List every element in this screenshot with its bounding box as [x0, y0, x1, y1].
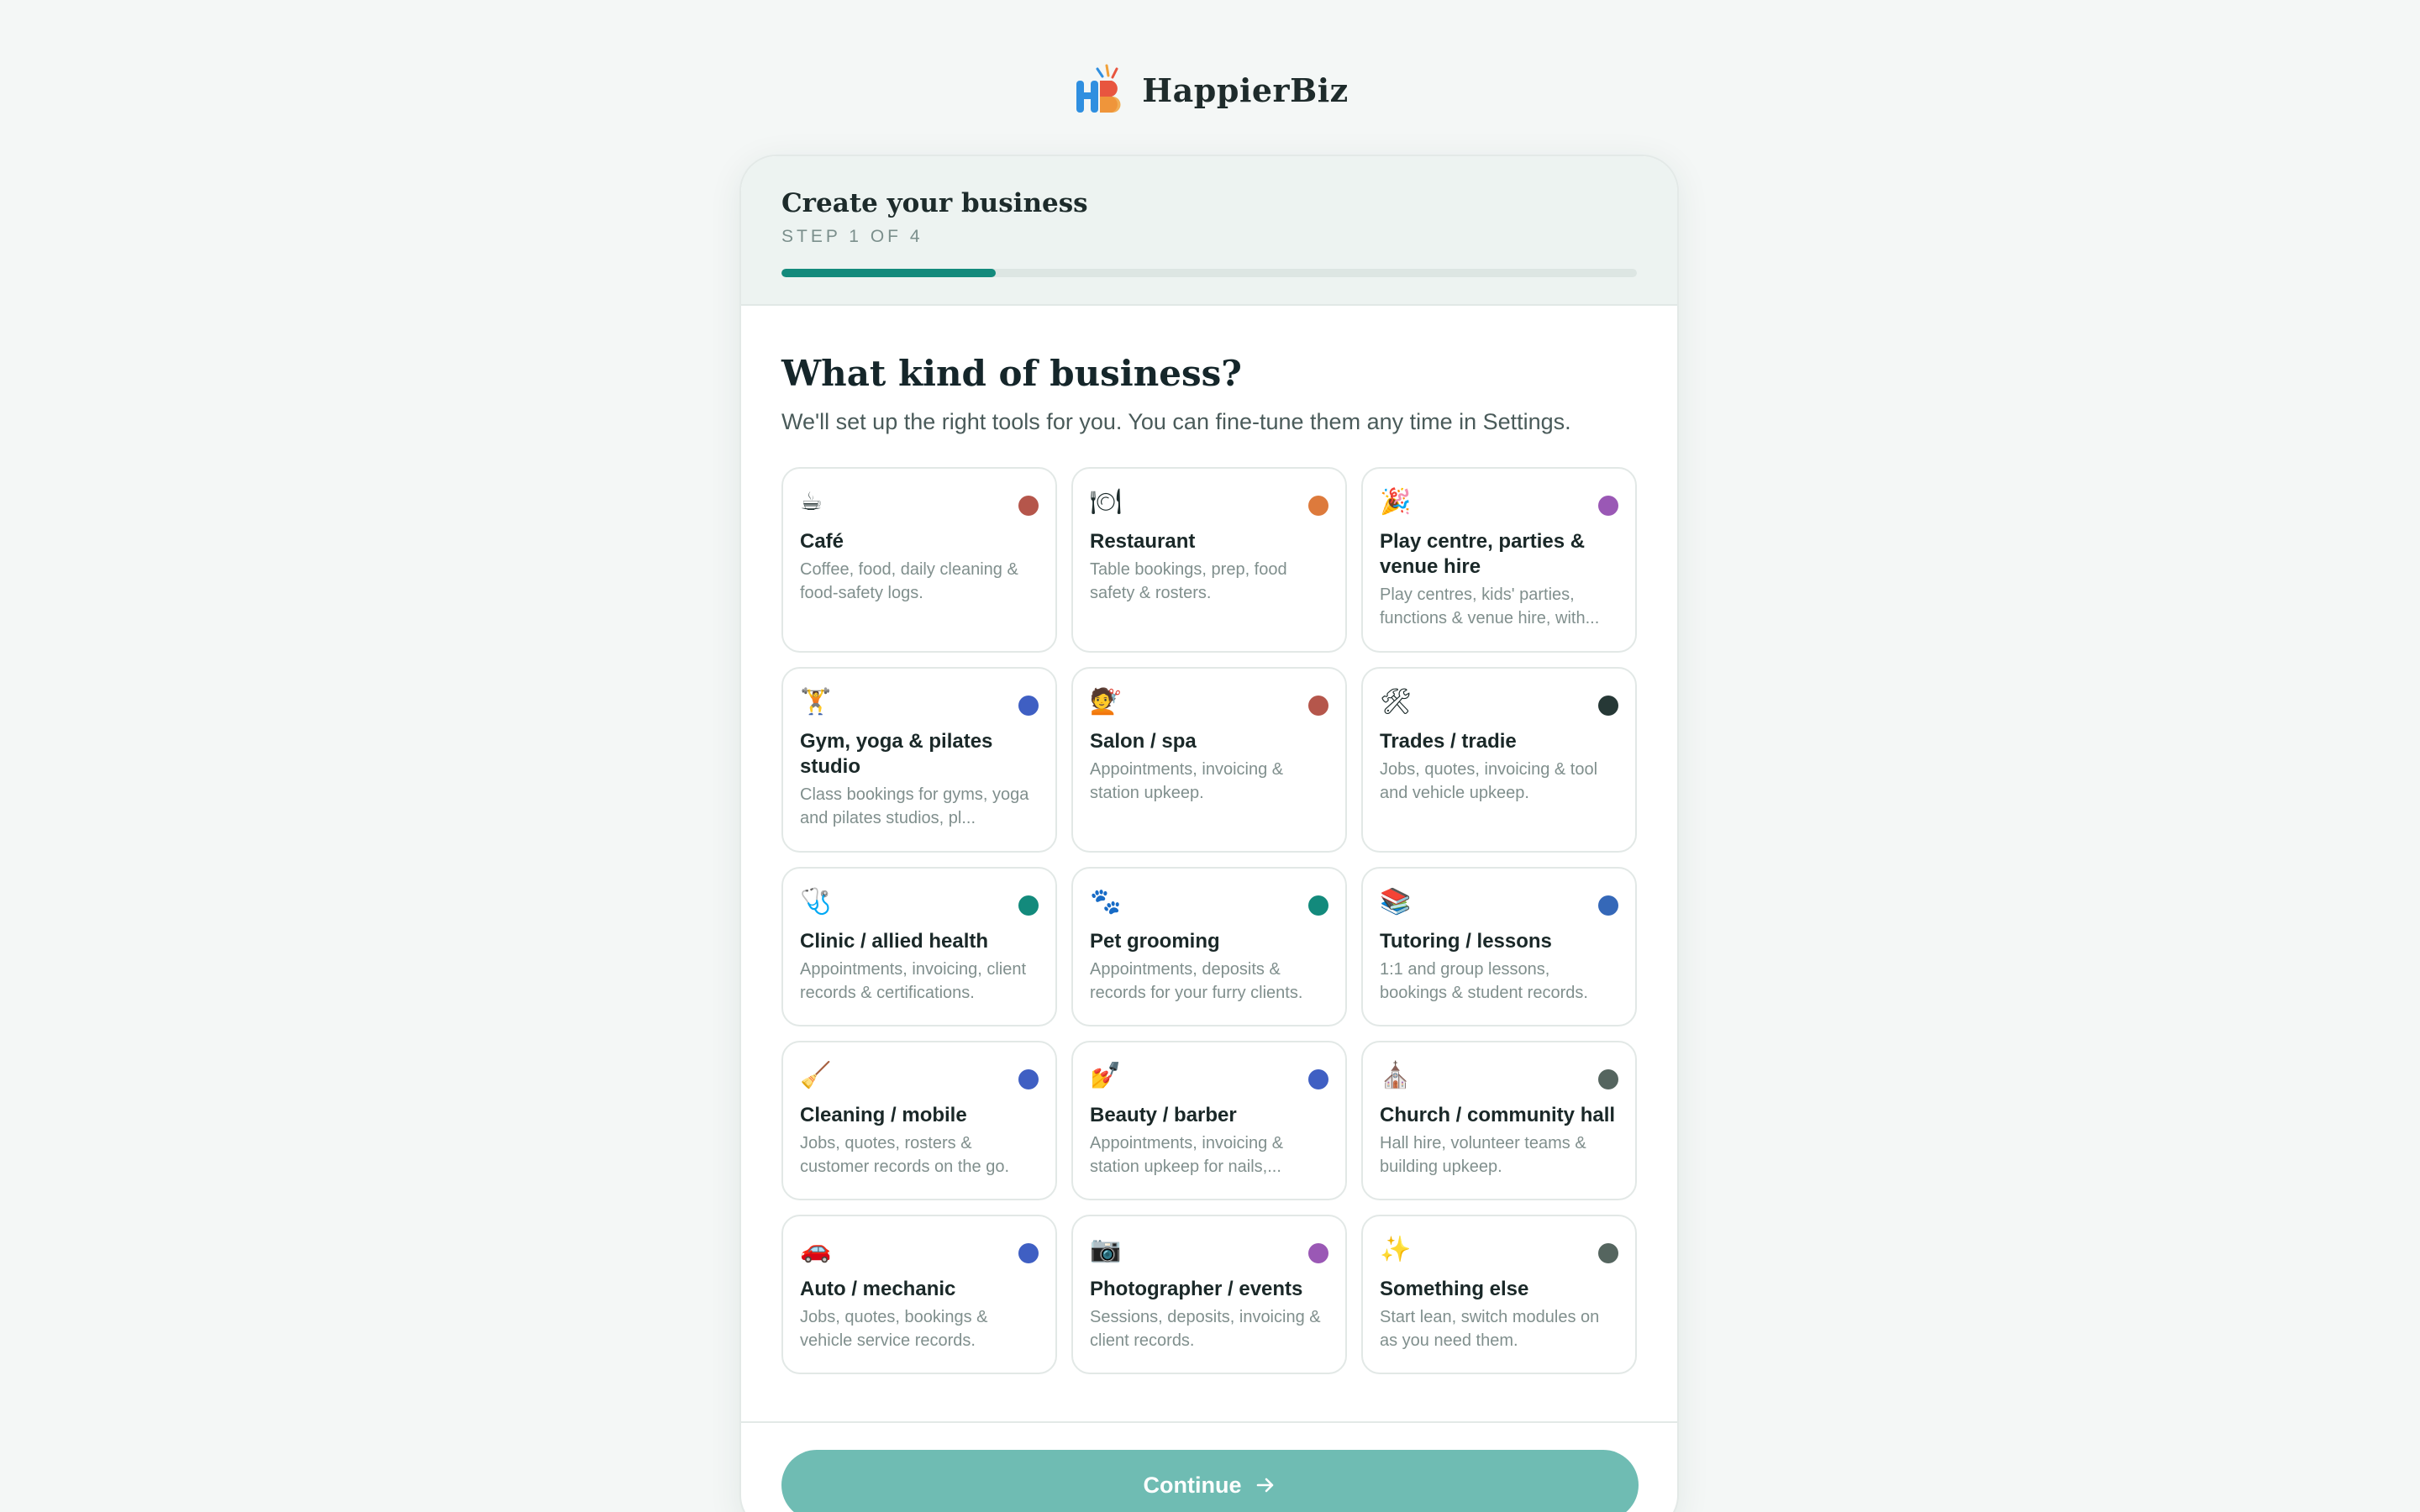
- option-color-dot: [1598, 496, 1618, 516]
- continue-button[interactable]: Continue: [781, 1450, 1639, 1512]
- progress-bar: [781, 269, 1637, 277]
- option-color-dot: [1598, 895, 1618, 916]
- business-option[interactable]: 🚗 Auto / mechanic Jobs, quotes, bookings &…: [781, 1215, 1057, 1374]
- option-color-dot: [1308, 895, 1328, 916]
- paw-prints-icon: 🐾: [1090, 887, 1122, 916]
- business-option[interactable]: 💇 Salon / spa Appointments, invoicing & st…: [1071, 667, 1347, 853]
- coffee-icon: ☕: [800, 487, 823, 517]
- option-color-dot: [1018, 696, 1039, 716]
- option-title: Tutoring / lessons: [1380, 930, 1552, 953]
- option-color-dot: [1308, 496, 1328, 516]
- hairdresser-icon: 💇: [1090, 687, 1122, 717]
- stethoscope-icon: 🩺: [800, 887, 832, 916]
- business-option[interactable]: 🛠 Trades / tradie Jobs, quotes, invoicing …: [1361, 667, 1637, 853]
- option-description: Jobs, quotes, bookings & vehicle service…: [800, 1308, 988, 1350]
- option-description: 1:1 and group lessons, bookings & studen…: [1380, 960, 1588, 1002]
- option-description: Jobs, quotes, invoicing & tool and vehic…: [1380, 760, 1598, 802]
- tools-icon: 🛠: [1380, 687, 1413, 717]
- car-icon: 🚗: [800, 1235, 832, 1264]
- option-description: Appointments, invoicing & station upkeep…: [1090, 760, 1284, 802]
- option-title: Auto / mechanic: [800, 1278, 956, 1300]
- option-description: Appointments, deposits & records for you…: [1090, 960, 1303, 1002]
- option-description: Class bookings for gyms, yoga and pilate…: [800, 785, 1029, 827]
- option-description: Sessions, deposits, invoicing & client r…: [1090, 1308, 1321, 1350]
- option-title: Church / community hall: [1380, 1104, 1616, 1126]
- business-option[interactable]: 🧹 Cleaning / mobile Jobs, quotes, rosters …: [781, 1041, 1057, 1200]
- option-color-dot: [1018, 895, 1039, 916]
- option-color-dot: [1308, 1243, 1328, 1263]
- option-color-dot: [1598, 696, 1618, 716]
- option-color-dot: [1308, 1069, 1328, 1089]
- books-icon: 📚: [1380, 887, 1412, 916]
- option-color-dot: [1018, 1243, 1039, 1263]
- nail-polish-icon: 💅: [1090, 1061, 1122, 1090]
- business-option[interactable]: 📷 Photographer / events Sessions, deposits…: [1071, 1215, 1347, 1374]
- plate-cutlery-icon: 🍽: [1090, 487, 1123, 517]
- sparkles-icon: ✨: [1380, 1235, 1412, 1264]
- camera-icon: 📷: [1090, 1235, 1122, 1264]
- option-color-dot: [1018, 496, 1039, 516]
- option-description: Jobs, quotes, rosters & customer records…: [800, 1134, 1010, 1176]
- option-title: Cleaning / mobile: [800, 1104, 967, 1126]
- business-option[interactable]: 💅 Beauty / barber Appointments, invoicing …: [1071, 1041, 1347, 1200]
- weightlifter-icon: 🏋: [800, 687, 832, 717]
- business-option[interactable]: 🩺 Clinic / allied health Appointments, inv…: [781, 867, 1057, 1026]
- onboarding-card: Create your business STEP 1 OF 4 What ki…: [739, 155, 1679, 1512]
- option-color-dot: [1598, 1069, 1618, 1089]
- option-title: Clinic / allied health: [800, 930, 989, 953]
- business-option[interactable]: 🍽 Restaurant Table bookings, prep, food sa…: [1071, 467, 1347, 653]
- business-option[interactable]: 🐾 Pet grooming Appointments, deposits & re…: [1071, 867, 1347, 1026]
- option-title: Beauty / barber: [1090, 1104, 1237, 1126]
- business-option[interactable]: 🏋 Gym, yoga & pilates studio Class booking…: [781, 667, 1057, 853]
- footer-divider: [741, 1421, 1677, 1423]
- option-color-dot: [1598, 1243, 1618, 1263]
- broom-icon: 🧹: [800, 1061, 832, 1090]
- option-title: Something else: [1380, 1278, 1529, 1300]
- option-title: Gym, yoga & pilates studio: [800, 730, 993, 778]
- option-title: Restaurant: [1090, 530, 1196, 553]
- business-option[interactable]: 📚 Tutoring / lessons 1:1 and group lessons…: [1361, 867, 1637, 1026]
- business-type-grid: ☕ Café Coffee, food, daily cleaning & food…: [781, 467, 1637, 1374]
- page-subtitle: We'll set up the right tools for you. Yo…: [781, 409, 1571, 434]
- progress-bar-fill: [781, 269, 996, 277]
- party-popper-icon: 🎉: [1380, 487, 1412, 517]
- option-description: Hall hire, volunteer teams & building up…: [1380, 1134, 1586, 1176]
- brand-name: HappierBiz: [1142, 71, 1349, 109]
- option-description: Table bookings, prep, food safety & rost…: [1090, 560, 1287, 602]
- church-icon: ⛪: [1380, 1061, 1412, 1090]
- business-option[interactable]: ☕ Café Coffee, food, daily cleaning & food…: [781, 467, 1057, 653]
- card-header: Create your business STEP 1 OF 4: [741, 156, 1677, 306]
- option-title: Photographer / events: [1090, 1278, 1303, 1300]
- option-description: Coffee, food, daily cleaning & food-safe…: [800, 560, 1018, 602]
- option-title: Salon / spa: [1090, 730, 1197, 753]
- option-color-dot: [1018, 1069, 1039, 1089]
- option-title: Trades / tradie: [1380, 730, 1517, 753]
- arrow-right-icon: [1257, 1478, 1274, 1493]
- card-body: What kind of business? We'll set up the …: [741, 306, 1677, 1374]
- page-title: What kind of business?: [781, 353, 1242, 394]
- brand-header: HappierBiz: [0, 62, 2420, 118]
- hb-logo-icon: [1076, 64, 1121, 113]
- option-description: Start lean, switch modules on as you nee…: [1380, 1308, 1600, 1350]
- option-title: Café: [800, 530, 844, 553]
- wizard-title: Create your business: [781, 188, 1088, 218]
- step-indicator: STEP 1 OF 4: [781, 227, 923, 246]
- business-option[interactable]: ✨ Something else Start lean, switch module…: [1361, 1215, 1637, 1374]
- business-option[interactable]: 🎉 Play centre, parties & venue hire Play c…: [1361, 467, 1637, 653]
- option-color-dot: [1308, 696, 1328, 716]
- business-option[interactable]: ⛪ Church / community hall Hall hire, volun…: [1361, 1041, 1637, 1200]
- option-title: Pet grooming: [1090, 930, 1220, 953]
- continue-label: Continue: [1143, 1472, 1242, 1498]
- option-title: Play centre, parties & venue hire: [1380, 530, 1586, 578]
- option-description: Appointments, invoicing, client records …: [800, 960, 1027, 1002]
- option-description: Appointments, invoicing & station upkeep…: [1090, 1134, 1284, 1176]
- option-description: Play centres, kids' parties, functions &…: [1380, 585, 1600, 627]
